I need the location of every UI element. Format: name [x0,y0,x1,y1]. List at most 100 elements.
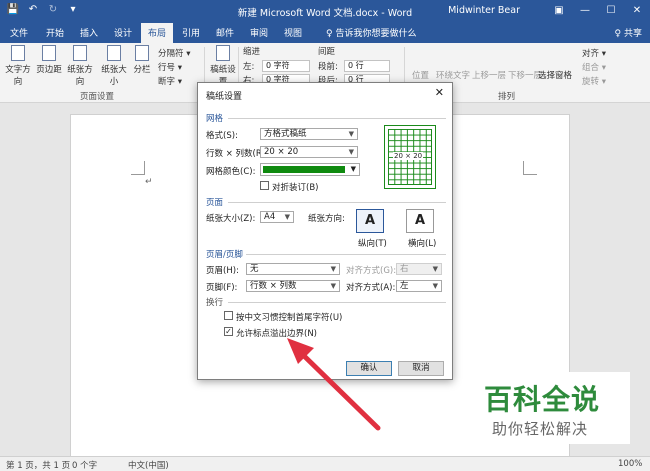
align-button[interactable]: 对齐 ▾ [582,47,606,59]
breaks-button[interactable]: 分隔符 ▾ [158,47,190,59]
text-direction-button[interactable]: 文字方向 [3,45,33,87]
draft-paper-button[interactable]: 稿纸设置 [210,45,236,87]
indent-left-label: 左: [243,62,255,72]
minimize-icon[interactable]: — [572,0,598,21]
header-label: 页眉(H): [206,266,239,276]
fold-binding-checkbox[interactable] [260,181,269,190]
paragraph-mark: ↵ [145,177,153,187]
tab-mailings[interactable]: 邮件 [216,26,234,39]
margin-corner-mark [131,161,145,175]
position-button[interactable]: 位置 [412,69,429,81]
ok-button[interactable]: 确认 [346,361,392,376]
grid-color-picker[interactable]: ▼ [260,163,360,176]
orientation-button[interactable]: 纸张方向 [64,45,96,87]
format-label: 格式(S): [206,131,238,141]
footer-align-select[interactable]: 左 ▼ [396,280,442,292]
section-divider [228,302,446,303]
share-button[interactable]: ♀ 共享 [615,26,642,39]
bring-forward-button[interactable]: 上移一层 [472,69,506,81]
zoom-level[interactable]: 100% [618,459,642,469]
tab-layout[interactable]: 布局 [141,23,174,44]
chinese-rule-checkbox[interactable] [224,311,233,320]
language-indicator[interactable]: 中文(中国) [128,459,169,471]
title-bar: 💾 ↶ ↻ ▾ 新建 Microsoft Word 文档.docx - Word… [0,0,650,21]
paper-size-label: 纸张大小(Z): [206,214,256,224]
rows-cols-select[interactable]: 20 × 20 ▼ [260,146,358,158]
footer-align-label: 对齐方式(A): [346,283,396,293]
footer-select-value: 行数 × 列数 [250,281,297,291]
margins-button[interactable]: 页边距 [36,45,62,75]
page-size-icon [107,45,121,61]
chevron-down-icon: ▼ [350,165,356,173]
chevron-down-icon: ▼ [284,213,290,221]
footer-label: 页脚(F): [206,283,238,293]
header-select[interactable]: 无 ▼ [246,263,340,275]
margin-corner-mark [523,161,537,175]
spacing-before-input[interactable]: 0 行 [344,60,390,72]
cancel-button[interactable]: 取消 [398,361,444,376]
watermark-logo: 百科全说 助你轻松解决 [470,372,630,444]
fold-binding-label: 对折装订(B) [272,183,319,193]
user-name[interactable]: Midwinter Bear [448,5,520,16]
margins-icon [42,45,56,61]
paper-size-select[interactable]: A4 ▼ [260,211,294,223]
indent-left-input[interactable]: 0 字符 [262,60,310,72]
paper-size-select-value: A4 [264,212,276,222]
chinese-rule-label: 按中文习惯控制首尾字符(U) [236,313,343,323]
close-icon[interactable]: ✕ [624,0,650,21]
indent-header: 缩进 [243,47,261,57]
allow-punctuation-checkbox[interactable]: ✓ [224,327,233,336]
hyphenation-button[interactable]: 断字 ▾ [158,75,182,87]
header-align-select[interactable]: 右 ▼ [396,263,442,275]
text-direction-label: 文字方向 [5,65,31,87]
paper-orientation-label: 纸张方向: [308,214,345,224]
portrait-label: 纵向(T) [358,239,387,249]
ribbon-options-icon[interactable]: ▣ [546,0,572,21]
send-backward-button[interactable]: 下移一层 [508,69,542,81]
size-label: 纸张大小 [101,65,127,87]
page-count[interactable]: 第 1 页，共 1 页 [6,459,70,471]
line-break-section-header: 换行 [206,298,224,308]
group-button[interactable]: 组合 ▾ [582,61,606,73]
close-icon[interactable]: ✕ [435,86,444,99]
tab-references[interactable]: 引用 [182,26,200,39]
tell-me-search[interactable]: ♀ 告诉我你想要做什么 [326,26,416,39]
rows-cols-select-value: 20 × 20 [264,147,299,157]
spacing-header: 间距 [318,47,336,57]
line-numbers-button[interactable]: 行号 ▾ [158,61,182,73]
tab-view[interactable]: 视图 [284,26,302,39]
columns-label: 分栏 [133,65,151,75]
portrait-option[interactable]: A [356,209,384,233]
tab-design[interactable]: 设计 [114,26,132,39]
format-select[interactable]: 方格式稿纸 ▼ [260,128,358,140]
draft-paper-dialog: 稿纸设置 ✕ 网格 格式(S): 方格式稿纸 ▼ 行数 × 列数(R): 20 … [197,82,453,380]
tab-file[interactable]: 文件 [10,26,28,39]
tab-home[interactable]: 开始 [46,26,64,39]
landscape-option[interactable]: A [406,209,434,233]
columns-button[interactable]: 分栏 [132,45,152,75]
word-count[interactable]: 0 个字 [72,459,97,471]
chevron-down-icon: ▼ [348,148,354,156]
rotate-button[interactable]: 旋转 ▾ [582,75,606,87]
section-divider [228,118,446,119]
maximize-icon[interactable]: ☐ [598,0,624,21]
chevron-down-icon: ▼ [330,265,336,273]
draft-paper-icon [216,45,230,61]
footer-select[interactable]: 行数 × 列数 ▼ [246,280,340,292]
size-button[interactable]: 纸张大小 [98,45,130,87]
chevron-down-icon: ▼ [348,130,354,138]
tab-review[interactable]: 审阅 [250,26,268,39]
grid-color-label: 网格颜色(C): [206,167,256,177]
selection-pane-button[interactable]: 选择窗格 [538,69,572,81]
grid-section-header: 网格 [206,114,224,124]
window-controls: ▣ — ☐ ✕ [546,0,650,21]
rows-cols-label: 行数 × 列数(R): [206,149,268,159]
chevron-down-icon: ▼ [330,282,336,290]
section-divider [246,254,446,255]
allow-punctuation-label: 允许标点溢出边界(N) [236,329,317,339]
header-align-label: 对齐方式(G): [346,266,397,276]
grid-color-swatch [263,166,345,173]
tab-insert[interactable]: 插入 [80,26,98,39]
section-divider [228,202,446,203]
wrap-text-button[interactable]: 环绕文字 [436,69,470,81]
